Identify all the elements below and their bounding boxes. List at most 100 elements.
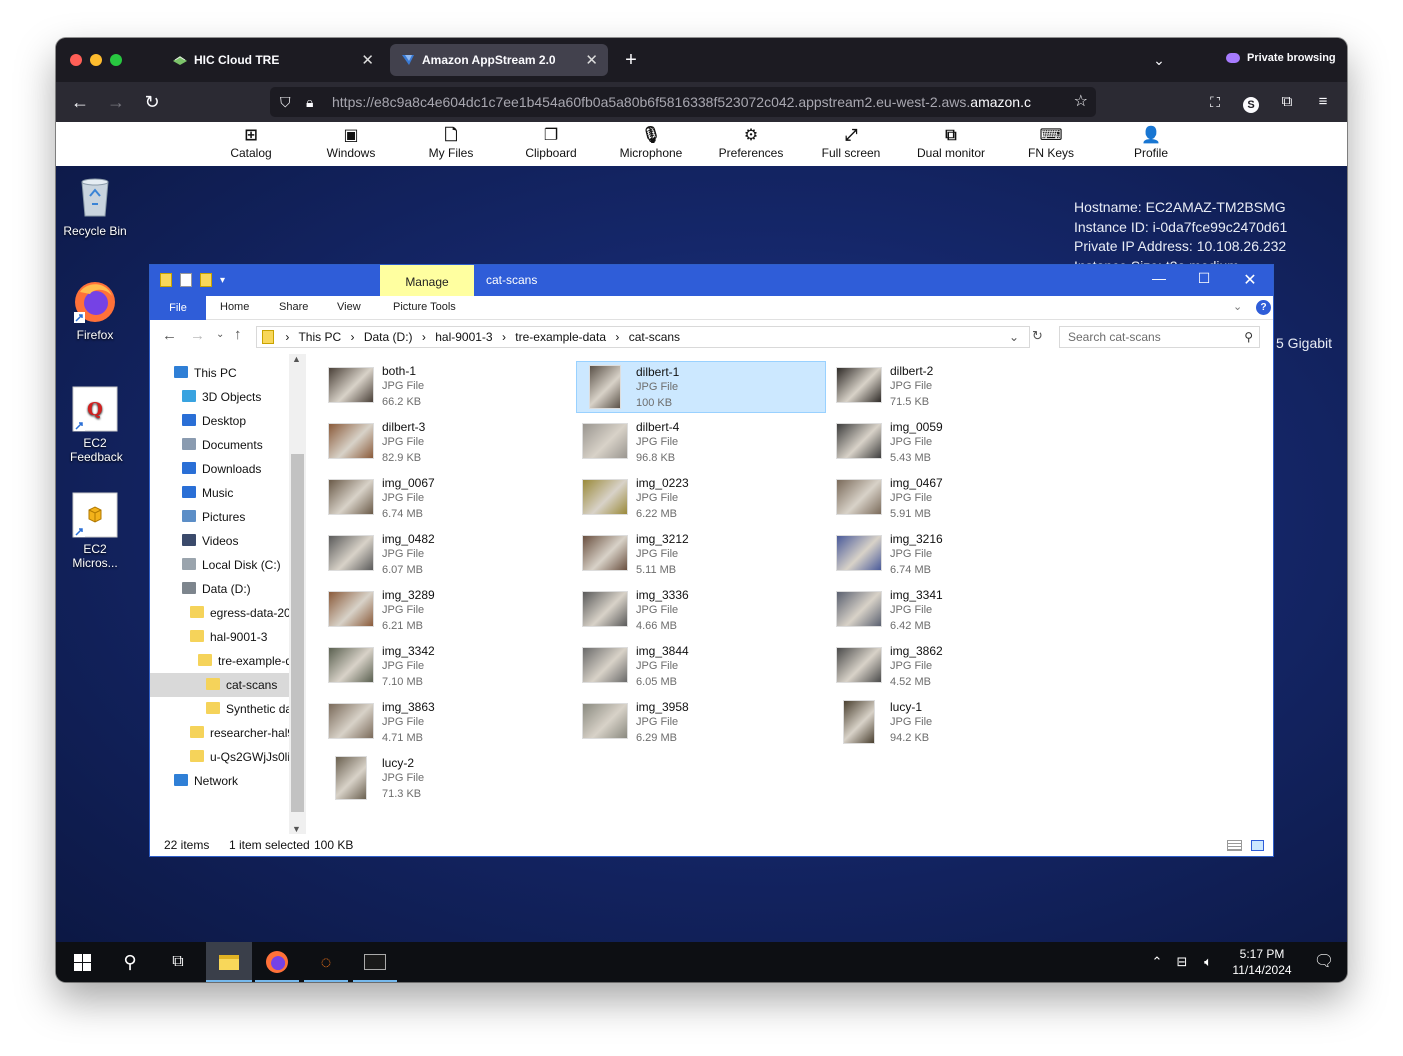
nav-item[interactable]: hal-9001-3	[150, 625, 290, 649]
maximize-icon[interactable]: ☐	[1189, 270, 1219, 287]
menu-icon[interactable]: ≡	[1312, 91, 1334, 113]
back-arrow-icon[interactable]: ←	[162, 327, 177, 344]
help-icon[interactable]: ?	[1256, 300, 1271, 315]
volume-muted-icon[interactable]: 🔈︎	[1196, 942, 1220, 982]
start-button[interactable]	[60, 942, 104, 982]
toolbar-clipboard[interactable]: ❐ Clipboard	[501, 126, 601, 160]
file-item[interactable]: lucy-2 JPG File 71.3 KB	[323, 753, 573, 805]
desktop-icon-ec2-feedback[interactable]: Q EC2 Feedback	[56, 386, 134, 464]
account-icon[interactable]: S	[1240, 91, 1262, 113]
large-icons-view-icon[interactable]	[1251, 840, 1264, 851]
file-item[interactable]: img_0467 JPG File 5.91 MB	[831, 473, 1081, 525]
breadcrumb-this-pc[interactable]: This PC	[298, 330, 341, 344]
nav-item[interactable]: Synthetic da	[150, 697, 290, 721]
scroll-up-icon[interactable]: ▲	[292, 354, 301, 364]
qat-dropdown-icon[interactable]: ▾	[220, 275, 225, 286]
nav-item[interactable]: cat-scans	[150, 673, 290, 697]
toolbar-my-files[interactable]: 🗋 My Files	[401, 126, 501, 160]
minimize-window-button[interactable]	[90, 54, 102, 66]
ribbon-expand-chevron-icon[interactable]: ⌄	[1233, 300, 1242, 313]
show-hidden-icons-chevron-icon[interactable]: ⌃	[1146, 942, 1168, 982]
file-item[interactable]: img_3844 JPG File 6.05 MB	[577, 641, 827, 693]
file-item[interactable]: dilbert-3 JPG File 82.9 KB	[323, 417, 573, 469]
taskbar-clock[interactable]: 5:17 PM 11/14/2024	[1222, 946, 1302, 978]
file-item[interactable]: img_0482 JPG File 6.07 MB	[323, 529, 573, 581]
taskbar-file-explorer[interactable]	[206, 942, 252, 982]
toolbar-microphone[interactable]: 🎙 Microphone	[601, 126, 701, 160]
new-tab-icon[interactable]: +	[620, 49, 642, 71]
file-item[interactable]: img_3342 JPG File 7.10 MB	[323, 641, 573, 693]
desktop-icon-ec2-microsoft[interactable]: EC2 Micros...	[56, 492, 134, 570]
chevron-down-icon[interactable]: ⌄	[1148, 49, 1170, 71]
tab-hic-cloud-tre[interactable]: HIC Cloud TRE ✕	[162, 44, 384, 76]
toolbar-catalog[interactable]: ⊞ Catalog	[201, 126, 301, 160]
breadcrumb-hal-9001-3[interactable]: hal-9001-3	[435, 330, 492, 344]
up-arrow-icon[interactable]: ↑	[234, 326, 242, 343]
nav-item[interactable]: egress-data-20	[150, 601, 290, 625]
desktop-icon-recycle-bin[interactable]: Recycle Bin	[56, 174, 134, 238]
nav-item[interactable]: Videos	[150, 529, 290, 553]
breadcrumb-cat-scans[interactable]: cat-scans	[629, 330, 680, 344]
address-bar[interactable]: › This PC › Data (D:) › hal-9001-3 › tre…	[256, 326, 1030, 348]
new-folder-icon[interactable]	[200, 273, 212, 287]
nav-item[interactable]: Music	[150, 481, 290, 505]
file-item[interactable]: both-1 JPG File 66.2 KB	[323, 361, 573, 413]
address-dropdown-chevron-icon[interactable]: ⌄	[1009, 327, 1019, 347]
puzzle-icon[interactable]: ⧉	[1276, 91, 1298, 113]
forward-arrow-icon[interactable]: →	[190, 327, 205, 344]
nav-item[interactable]: Network	[150, 769, 290, 793]
recent-locations-chevron-icon[interactable]: ⌄	[216, 329, 224, 340]
nav-item[interactable]: This PC	[150, 361, 290, 385]
desktop-icon-firefox[interactable]: Firefox	[56, 278, 134, 342]
toolbar-preferences[interactable]: ⚙ Preferences	[701, 126, 801, 160]
toolbar-fn-keys[interactable]: ⌨ FN Keys	[1001, 126, 1101, 160]
file-item[interactable]: img_3863 JPG File 4.71 MB	[323, 697, 573, 749]
forward-arrow-icon[interactable]: →	[105, 91, 127, 113]
scrollbar-thumb[interactable]	[291, 454, 304, 812]
nav-item[interactable]: 3D Objects	[150, 385, 290, 409]
refresh-icon[interactable]: ↻	[1032, 328, 1043, 344]
manage-context-tab[interactable]: Manage	[380, 265, 474, 296]
file-item[interactable]: img_0067 JPG File 6.74 MB	[323, 473, 573, 525]
tab-close-icon[interactable]: ✕	[585, 51, 598, 69]
file-item[interactable]: img_3341 JPG File 6.42 MB	[831, 585, 1081, 637]
file-item[interactable]: dilbert-2 JPG File 71.5 KB	[831, 361, 1081, 413]
scroll-down-icon[interactable]: ▼	[292, 824, 301, 834]
nav-item[interactable]: Desktop	[150, 409, 290, 433]
bookmark-star-icon[interactable]: ☆	[1074, 87, 1088, 117]
toolbar-windows[interactable]: ▣ Windows	[301, 126, 401, 160]
back-arrow-icon[interactable]: ←	[69, 91, 91, 113]
nav-item[interactable]: Local Disk (C:)	[150, 553, 290, 577]
properties-icon[interactable]	[180, 273, 192, 287]
nav-item[interactable]: Data (D:)	[150, 577, 290, 601]
taskbar-firefox[interactable]	[255, 942, 299, 982]
nav-item[interactable]: Documents	[150, 433, 290, 457]
close-icon[interactable]: ✕	[1235, 270, 1265, 290]
file-item[interactable]: img_3216 JPG File 6.74 MB	[831, 529, 1081, 581]
nav-item[interactable]: Downloads	[150, 457, 290, 481]
maximize-window-button[interactable]	[110, 54, 122, 66]
nav-item[interactable]: Pictures	[150, 505, 290, 529]
close-window-button[interactable]	[70, 54, 82, 66]
file-item[interactable]: img_3336 JPG File 4.66 MB	[577, 585, 827, 637]
file-item[interactable]: img_0059 JPG File 5.43 MB	[831, 417, 1081, 469]
nav-item[interactable]: researcher-hal9	[150, 721, 290, 745]
url-bar[interactable]: ⛉ 🔒︎ https://e8c9a8c4e604dc1c7ee1b454a60…	[270, 87, 1096, 117]
file-item[interactable]: lucy-1 JPG File 94.2 KB	[831, 697, 1081, 749]
file-item[interactable]: dilbert-1 JPG File 100 KB	[576, 361, 826, 413]
toolbar-profile[interactable]: 👤 Profile	[1101, 126, 1201, 160]
toolbar-dual-monitor[interactable]: ⧉ Dual monitor	[901, 126, 1001, 160]
extension-icon[interactable]: ⛶	[1204, 91, 1226, 113]
details-view-icon[interactable]	[1227, 840, 1242, 851]
breadcrumb-data-d[interactable]: Data (D:)	[364, 330, 413, 344]
reload-icon[interactable]: ↻	[141, 91, 163, 113]
tab-close-icon[interactable]: ✕	[361, 51, 374, 69]
tab-amazon-appstream[interactable]: Amazon AppStream 2.0 ✕	[390, 44, 608, 76]
file-item[interactable]: dilbert-4 JPG File 96.8 KB	[577, 417, 827, 469]
taskbar-jupyter[interactable]: ◌	[304, 942, 348, 982]
tab-view[interactable]: View	[337, 301, 361, 313]
task-view-icon[interactable]: ⧉	[156, 942, 200, 982]
file-item[interactable]: img_3958 JPG File 6.29 MB	[577, 697, 827, 749]
network-icon[interactable]: ⊟	[1170, 942, 1194, 982]
minimize-icon[interactable]: —	[1144, 270, 1174, 286]
